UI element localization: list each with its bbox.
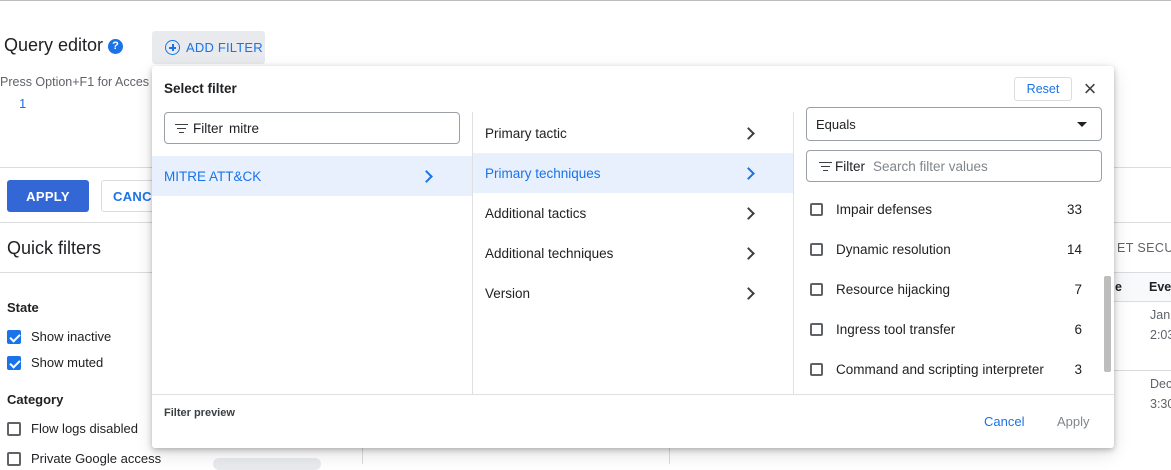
column-header-partial: e bbox=[1115, 280, 1122, 294]
checkbox-label: Show muted bbox=[31, 355, 104, 370]
value-count: 7 bbox=[1074, 281, 1082, 297]
dropdown-caret-icon bbox=[1077, 122, 1087, 127]
attribute-item-primary-tactic[interactable]: Primary tactic bbox=[473, 113, 793, 153]
attribute-item-primary-techniques[interactable]: Primary techniques bbox=[473, 153, 793, 193]
value-item-impair-defenses[interactable]: Impair defenses 33 bbox=[810, 189, 1082, 229]
dialog-cancel-button[interactable]: Cancel bbox=[984, 414, 1024, 429]
values-filter-placeholder: Search filter values bbox=[873, 158, 988, 174]
operator-value: Equals bbox=[816, 116, 856, 132]
footer-divider bbox=[152, 394, 1114, 395]
category-item-mitre-attack[interactable]: MITRE ATT&CK bbox=[152, 156, 472, 196]
attribute-item-additional-techniques[interactable]: Additional techniques bbox=[473, 233, 793, 273]
table-cell: Dec bbox=[1150, 377, 1171, 391]
attribute-label: Additional tactics bbox=[485, 205, 587, 221]
attribute-item-additional-tactics[interactable]: Additional tactics bbox=[473, 193, 793, 233]
panel-divider bbox=[362, 448, 363, 464]
checkbox-icon bbox=[810, 322, 823, 336]
category-filter-input[interactable]: Filter mitre bbox=[164, 112, 460, 144]
value-item-dynamic-resolution[interactable]: Dynamic resolution 14 bbox=[810, 229, 1082, 269]
attribute-label: Primary tactic bbox=[485, 125, 567, 141]
value-label: Impair defenses bbox=[836, 201, 933, 217]
editor-line-number: 1 bbox=[19, 96, 27, 111]
table-cell: Jan bbox=[1150, 308, 1171, 322]
count-pill bbox=[213, 458, 321, 470]
chevron-right-icon bbox=[742, 167, 755, 180]
select-filter-dialog: Select filter Reset × Filter mitre MITRE… bbox=[152, 66, 1114, 448]
add-filter-button[interactable]: ADD FILTER bbox=[152, 31, 265, 64]
value-label: Dynamic resolution bbox=[836, 241, 951, 257]
filter-icon bbox=[175, 123, 188, 133]
table-divider bbox=[1114, 370, 1171, 371]
dialog-title: Select filter bbox=[164, 81, 237, 96]
filter-icon bbox=[819, 161, 832, 171]
flow-logs-disabled-checkbox[interactable]: Flow logs disabled bbox=[7, 421, 138, 436]
panel-divider bbox=[669, 448, 670, 464]
dialog-apply-button[interactable]: Apply bbox=[1057, 414, 1090, 429]
chevron-right-icon bbox=[742, 247, 755, 260]
checkbox-icon bbox=[810, 242, 823, 256]
event-time-column-header[interactable]: Ever bbox=[1149, 280, 1171, 294]
accessibility-hint: Press Option+F1 for Acces bbox=[0, 75, 150, 89]
close-icon[interactable]: × bbox=[1080, 78, 1100, 100]
value-item-ingress-tool-transfer[interactable]: Ingress tool transfer 6 bbox=[810, 309, 1082, 349]
attribute-label: Version bbox=[485, 285, 531, 301]
value-item-command-and-scripting-interpreter[interactable]: Command and scripting interpreter 3 bbox=[810, 349, 1082, 389]
attribute-item-version[interactable]: Version bbox=[473, 273, 793, 313]
add-filter-label: ADD FILTER bbox=[186, 40, 263, 55]
attribute-label: Primary techniques bbox=[485, 165, 601, 181]
chevron-right-icon bbox=[420, 170, 433, 183]
filter-preview-label: Filter preview bbox=[164, 407, 235, 419]
filter-prefix: Filter bbox=[193, 120, 223, 136]
values-filter-prefix: Filter bbox=[835, 158, 865, 174]
value-label: Resource hijacking bbox=[836, 281, 951, 297]
value-label: Ingress tool transfer bbox=[836, 321, 956, 337]
table-divider bbox=[1114, 301, 1171, 302]
table-cell: 3:30 bbox=[1150, 397, 1171, 411]
category-section-label: Category bbox=[7, 392, 64, 407]
values-scrollbar[interactable] bbox=[1104, 276, 1111, 372]
table-cell: 2:03 bbox=[1150, 328, 1171, 342]
value-count: 33 bbox=[1066, 201, 1082, 217]
checkbox-label: Show inactive bbox=[31, 329, 112, 344]
checkbox-label: Flow logs disabled bbox=[31, 421, 138, 436]
top-divider bbox=[0, 0, 1171, 1]
checkbox-checked-icon bbox=[7, 355, 21, 370]
checkbox-icon bbox=[810, 202, 823, 216]
quick-filters-title: Quick filters bbox=[7, 238, 102, 258]
values-filter-input[interactable]: Filter Search filter values bbox=[806, 150, 1102, 182]
value-label: Command and scripting interpreter bbox=[836, 361, 1044, 377]
attribute-label: Additional techniques bbox=[485, 245, 614, 261]
category-label: MITRE ATT&CK bbox=[164, 168, 262, 184]
reset-button[interactable]: Reset bbox=[1014, 77, 1072, 101]
operator-select[interactable]: Equals bbox=[806, 107, 1102, 141]
value-count: 3 bbox=[1074, 361, 1082, 377]
checkbox-icon bbox=[810, 362, 823, 376]
chevron-right-icon bbox=[742, 127, 755, 140]
value-count: 6 bbox=[1074, 321, 1082, 337]
checkbox-icon bbox=[810, 282, 823, 296]
query-apply-button[interactable]: APPLY bbox=[7, 180, 89, 212]
value-item-resource-hijacking[interactable]: Resource hijacking 7 bbox=[810, 269, 1082, 309]
checkbox-checked-icon bbox=[7, 329, 21, 344]
show-muted-checkbox[interactable]: Show muted bbox=[7, 355, 103, 370]
chevron-right-icon bbox=[742, 287, 755, 300]
query-editor-title: Query editor bbox=[4, 35, 104, 55]
add-circle-icon bbox=[165, 40, 180, 55]
chevron-right-icon bbox=[742, 207, 755, 220]
show-inactive-checkbox[interactable]: Show inactive bbox=[7, 329, 111, 344]
checkbox-icon bbox=[7, 451, 21, 466]
filter-value: mitre bbox=[229, 120, 259, 136]
state-section-label: State bbox=[7, 300, 39, 315]
column-divider bbox=[793, 112, 794, 394]
table-header-partial: ET SECURI bbox=[1117, 241, 1171, 255]
checkbox-icon bbox=[7, 421, 21, 436]
help-icon[interactable]: ? bbox=[108, 39, 123, 54]
value-count: 14 bbox=[1066, 241, 1082, 257]
